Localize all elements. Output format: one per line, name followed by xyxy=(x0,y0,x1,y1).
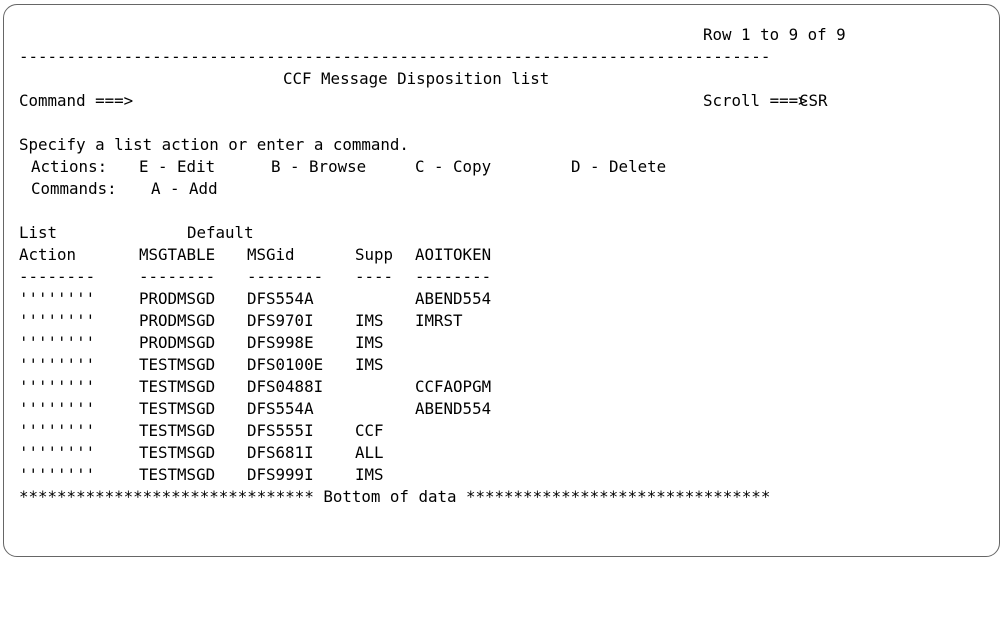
underline-msgid: -------- xyxy=(247,267,324,286)
underline-aoitoken: -------- xyxy=(415,267,492,286)
table-row: '''''''' TESTMSGD DFS0100E IMS xyxy=(19,354,979,376)
row-action-field[interactable]: '''''''' xyxy=(19,420,95,442)
separator-line: ----------------------------------------… xyxy=(19,46,979,68)
row-action-field[interactable]: '''''''' xyxy=(19,332,95,354)
row-aoitoken: ABEND554 xyxy=(415,289,492,308)
prompt-line: Specify a list action or enter a command… xyxy=(19,134,979,156)
row-aoitoken: ABEND554 xyxy=(415,399,492,418)
header-action: Action xyxy=(19,245,77,264)
action-edit: E - Edit xyxy=(139,157,216,176)
row-info-line: Row 1 to 9 of 9 xyxy=(19,24,979,46)
header-separator: ----------------------------------------… xyxy=(19,47,771,66)
table-header-underline: -------- -------- -------- ---- -------- xyxy=(19,266,979,288)
table-row: '''''''' TESTMSGD DFS999I IMS xyxy=(19,464,979,486)
underline-supp: ---- xyxy=(355,267,394,286)
row-msgtable: TESTMSGD xyxy=(139,377,216,396)
bottom-of-data-line: ******************************* Bottom o… xyxy=(19,486,979,508)
action-copy: C - Copy xyxy=(415,157,492,176)
header-list: List xyxy=(19,223,58,242)
command-label: Command ===> xyxy=(19,91,134,110)
row-msgid: DFS0100E xyxy=(247,355,324,374)
row-supp: ALL xyxy=(355,443,384,462)
row-action-field[interactable]: '''''''' xyxy=(19,464,95,486)
underline-msgtable: -------- xyxy=(139,267,216,286)
table-header-row-2: Action MSGTABLE MSGid Supp AOITOKEN xyxy=(19,244,979,266)
scroll-label: Scroll ===> xyxy=(703,91,808,110)
row-action-field[interactable]: '''''''' xyxy=(19,288,95,310)
table-row: '''''''' TESTMSGD DFS555I CCF xyxy=(19,420,979,442)
table-header-row-1: List Default xyxy=(19,222,979,244)
header-msgid: MSGid xyxy=(247,245,295,264)
command-input[interactable] xyxy=(139,90,559,112)
action-browse: B - Browse xyxy=(271,157,367,176)
header-default: Default xyxy=(187,223,254,242)
row-action-field[interactable]: '''''''' xyxy=(19,354,95,376)
underline-action: -------- xyxy=(19,267,96,286)
scroll-field[interactable]: CSR xyxy=(799,90,828,112)
row-supp: IMS xyxy=(355,333,384,352)
row-msgid: DFS970I xyxy=(247,311,314,330)
header-msgtable: MSGTABLE xyxy=(139,245,216,264)
row-aoitoken: IMRST xyxy=(415,311,463,330)
row-msgid: DFS554A xyxy=(247,289,314,308)
row-msgtable: PRODMSGD xyxy=(139,311,216,330)
command-line: Command ===> Scroll ===> CSR xyxy=(19,90,979,112)
table-row: '''''''' TESTMSGD DFS681I ALL xyxy=(19,442,979,464)
row-msgtable: TESTMSGD xyxy=(139,421,216,440)
row-msgtable: PRODMSGD xyxy=(139,333,216,352)
title-line: CCF Message Disposition list xyxy=(19,68,979,90)
row-msgtable: PRODMSGD xyxy=(139,289,216,308)
row-supp: CCF xyxy=(355,421,384,440)
row-msgid: DFS999I xyxy=(247,465,314,484)
row-action-field[interactable]: '''''''' xyxy=(19,442,95,464)
actions-line: Actions: E - Edit B - Browse C - Copy D … xyxy=(19,156,979,178)
row-aoitoken: CCFAOPGM xyxy=(415,377,492,396)
table-row: '''''''' TESTMSGD DFS0488I CCFAOPGM xyxy=(19,376,979,398)
row-action-field[interactable]: '''''''' xyxy=(19,376,95,398)
command-add: A - Add xyxy=(151,179,218,198)
commands-label: Commands: xyxy=(31,179,117,198)
bottom-of-data: ******************************* Bottom o… xyxy=(19,487,771,506)
instruction-text: Specify a list action or enter a command… xyxy=(19,135,409,154)
table-row: '''''''' TESTMSGD DFS554A ABEND554 xyxy=(19,398,979,420)
page-title: CCF Message Disposition list xyxy=(283,69,550,88)
table-row: '''''''' PRODMSGD DFS554A ABEND554 xyxy=(19,288,979,310)
header-aoitoken: AOITOKEN xyxy=(415,245,492,264)
row-action-field[interactable]: '''''''' xyxy=(19,310,95,332)
row-msgid: DFS554A xyxy=(247,399,314,418)
actions-label: Actions: xyxy=(31,157,108,176)
commands-line: Commands: A - Add xyxy=(19,178,979,200)
row-msgtable: TESTMSGD xyxy=(139,443,216,462)
row-msgtable: TESTMSGD xyxy=(139,399,216,418)
row-info: Row 1 to 9 of 9 xyxy=(703,25,846,44)
header-supp: Supp xyxy=(355,245,394,264)
row-msgid: DFS0488I xyxy=(247,377,324,396)
row-msgid: DFS998E xyxy=(247,333,314,352)
row-msgid: DFS681I xyxy=(247,443,314,462)
table-row: '''''''' PRODMSGD DFS998E IMS xyxy=(19,332,979,354)
row-action-field[interactable]: '''''''' xyxy=(19,398,95,420)
row-msgtable: TESTMSGD xyxy=(139,465,216,484)
row-supp: IMS xyxy=(355,311,384,330)
row-msgtable: TESTMSGD xyxy=(139,355,216,374)
ispf-panel: Row 1 to 9 of 9 ------------------------… xyxy=(19,24,979,508)
row-msgid: DFS555I xyxy=(247,421,314,440)
row-supp: IMS xyxy=(355,465,384,484)
table-row: '''''''' PRODMSGD DFS970I IMS IMRST xyxy=(19,310,979,332)
action-delete: D - Delete xyxy=(571,157,667,176)
row-supp: IMS xyxy=(355,355,384,374)
